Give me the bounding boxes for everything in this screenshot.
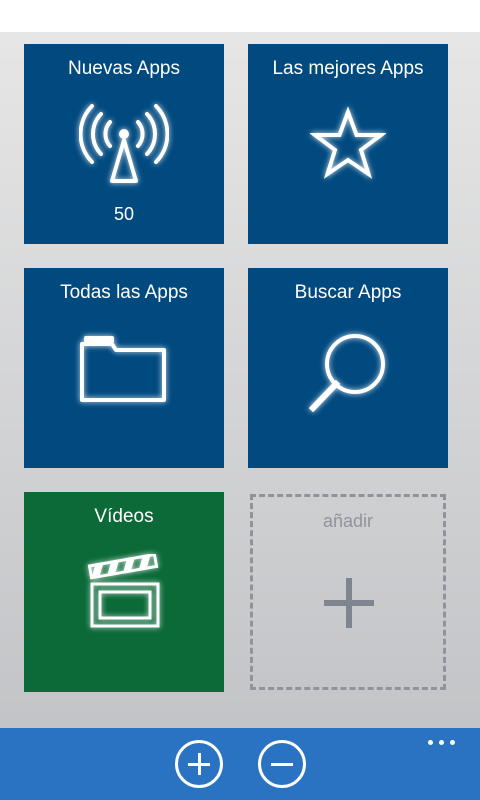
more-options-button[interactable]	[428, 738, 458, 748]
tile-title: Nuevas Apps	[68, 58, 180, 79]
add-tile-label: añadir	[322, 511, 374, 531]
new-apps-count: 50	[113, 204, 135, 224]
tile-grid: Nuevas Apps 50 Las mejores Apps Todas la…	[0, 32, 480, 728]
tile-title: Buscar Apps	[294, 282, 402, 303]
add-tile-placeholder[interactable]: añadir	[250, 494, 446, 690]
add-circle-button[interactable]	[175, 740, 223, 788]
broadcast-tower-icon	[79, 104, 169, 183]
tile-best-apps[interactable]: Las mejores Apps	[248, 44, 448, 244]
magnifier-icon	[308, 334, 385, 413]
star-icon	[310, 106, 386, 179]
tile-all-apps[interactable]: Todas las Apps	[24, 268, 224, 468]
remove-circle-icon	[271, 762, 293, 766]
remove-circle-button[interactable]	[258, 740, 306, 788]
tile-title: Todas las Apps	[60, 282, 188, 303]
tile-search-apps[interactable]: Buscar Apps	[248, 268, 448, 468]
ellipsis-icon	[428, 740, 433, 745]
tile-new-apps[interactable]: Nuevas Apps 50	[24, 44, 224, 244]
app-bar	[0, 728, 480, 800]
clapperboard-icon	[87, 554, 160, 628]
tile-videos[interactable]: Vídeos	[24, 492, 224, 692]
tile-title: Las mejores Apps	[272, 58, 424, 79]
tile-title: Vídeos	[94, 506, 154, 527]
plus-icon	[324, 578, 374, 628]
folder-icon	[80, 336, 166, 402]
